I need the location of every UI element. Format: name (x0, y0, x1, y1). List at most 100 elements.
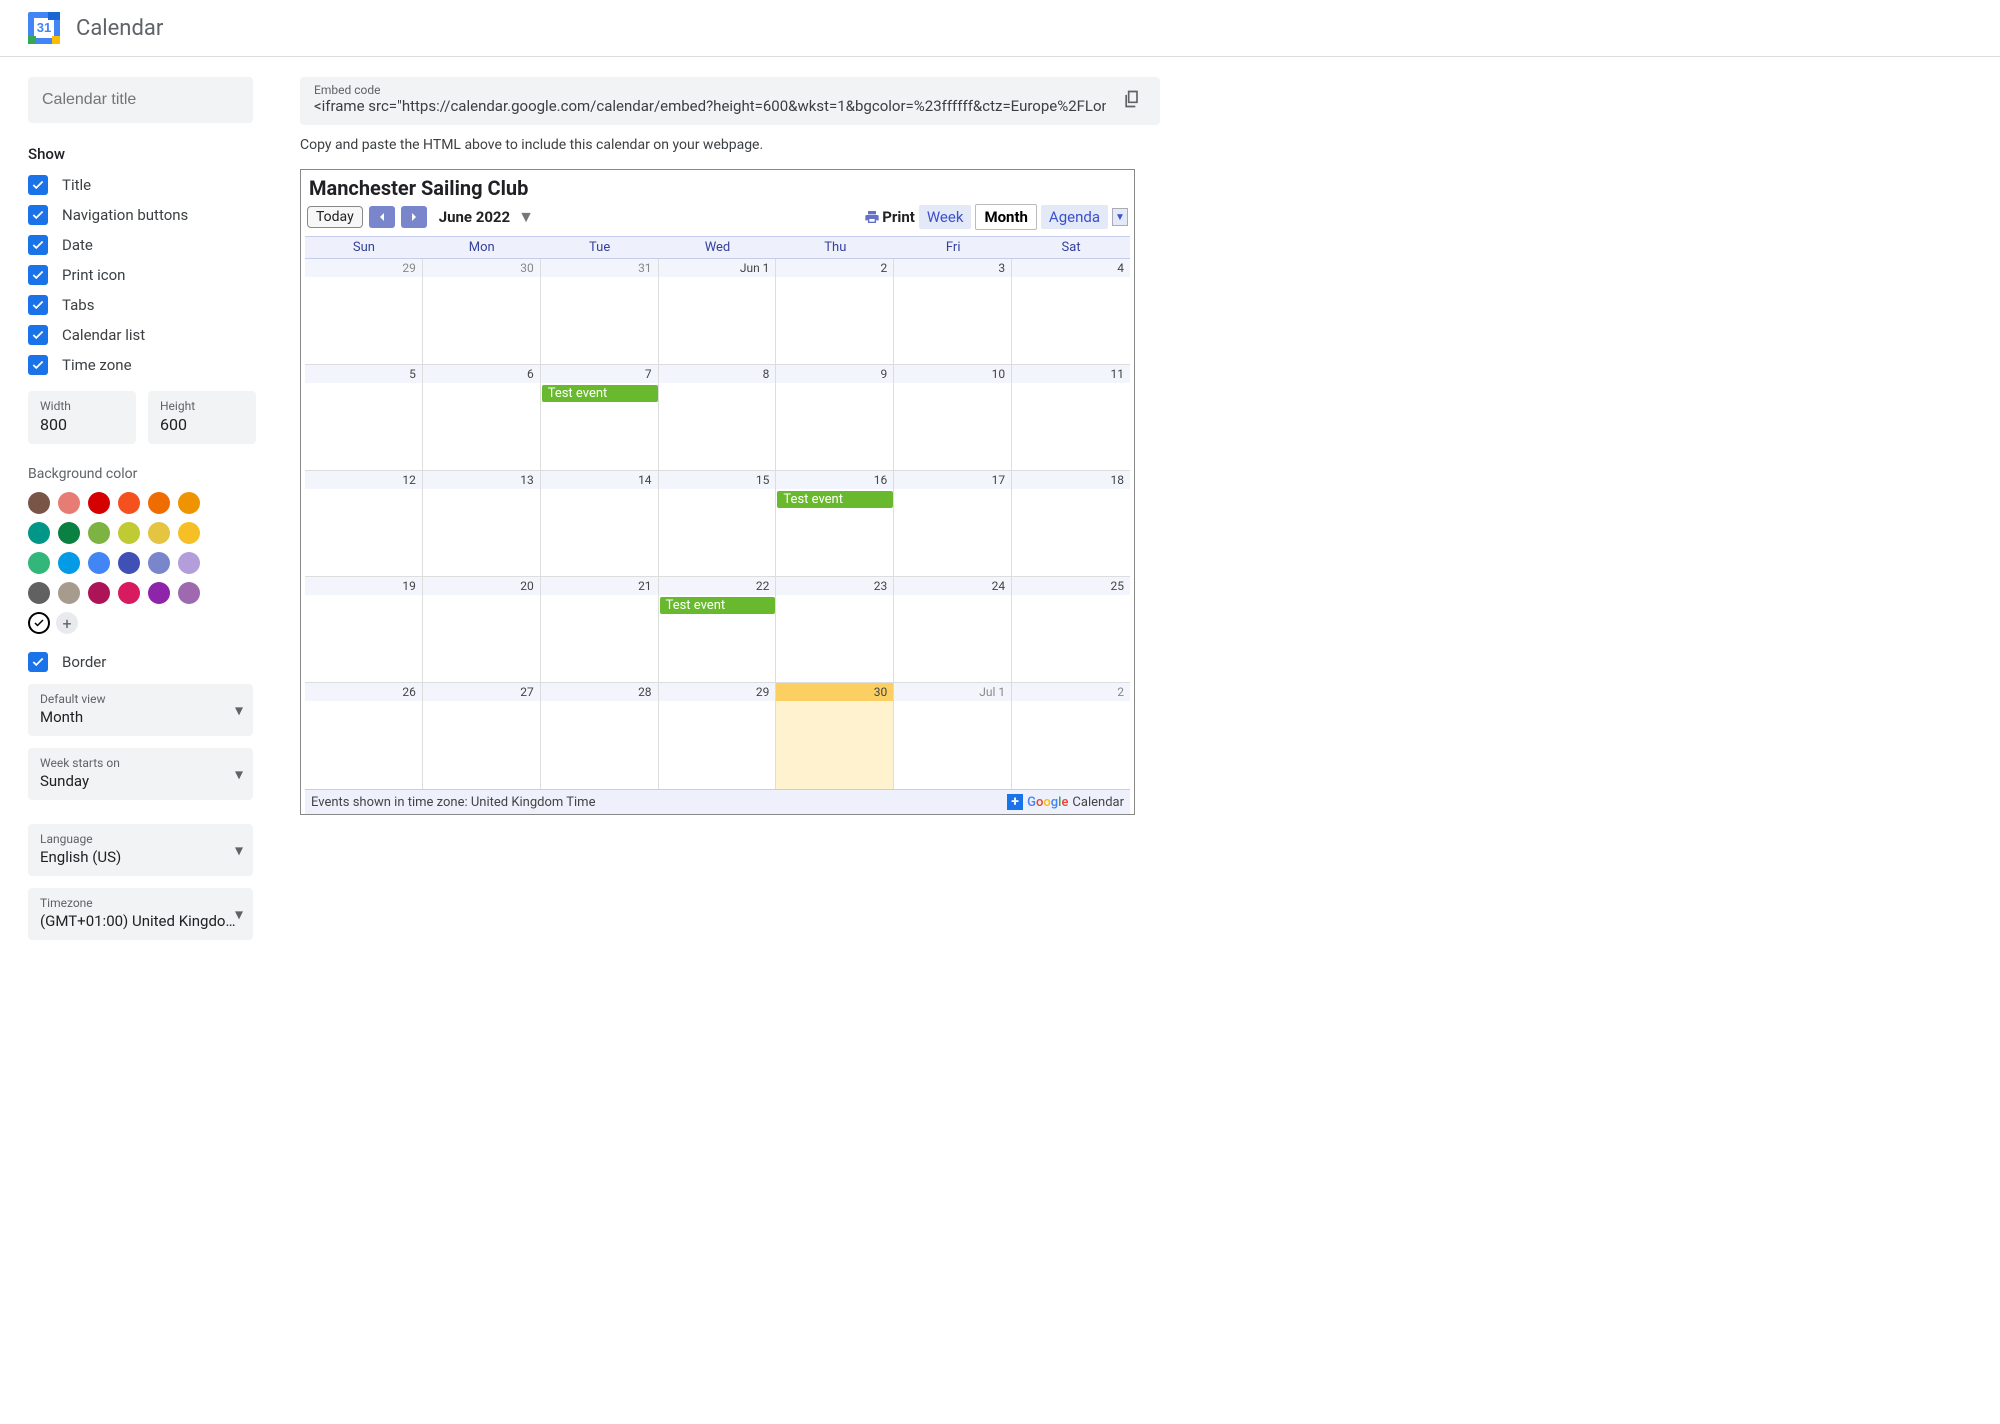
calendar-cell[interactable]: 11 (1012, 365, 1130, 470)
calendar-cell[interactable]: 5 (305, 365, 423, 470)
calendar-cell[interactable]: 20 (423, 577, 541, 682)
color-swatch[interactable] (148, 522, 170, 544)
chevron-down-icon: ▾ (235, 905, 243, 924)
calendar-cell[interactable]: 23 (776, 577, 894, 682)
checkbox-label: Time zone (62, 356, 132, 374)
width-field[interactable]: Width 800 (28, 391, 136, 444)
calendar-cell[interactable]: 24 (894, 577, 1012, 682)
color-swatch[interactable] (118, 522, 140, 544)
print-button[interactable]: Print (864, 208, 915, 226)
date-number: 2 (1012, 683, 1130, 701)
calendar-cell[interactable]: 3 (894, 259, 1012, 364)
checkbox-navigation buttons[interactable] (28, 205, 48, 225)
embed-code-field[interactable]: Embed code <iframe src="https://calendar… (300, 77, 1160, 125)
calendar-event[interactable]: Test event (660, 597, 776, 614)
color-swatch[interactable] (58, 492, 80, 514)
tab-week[interactable]: Week (919, 205, 972, 229)
calendar-cell[interactable]: 30 (776, 683, 894, 789)
color-swatch[interactable] (88, 522, 110, 544)
calendar-cell[interactable]: 25 (1012, 577, 1130, 682)
calendar-cell[interactable]: 10 (894, 365, 1012, 470)
calendar-cell[interactable]: 22Test event (659, 577, 777, 682)
calendar-cell[interactable]: 28 (541, 683, 659, 789)
calendar-cell[interactable]: 27 (423, 683, 541, 789)
color-swatch[interactable] (178, 492, 200, 514)
calendar-cell[interactable]: 6 (423, 365, 541, 470)
google-calendar-brand[interactable]: + Google Calendar (1007, 794, 1124, 810)
tab-agenda[interactable]: Agenda (1041, 205, 1108, 229)
color-swatch[interactable] (118, 582, 140, 604)
color-swatch[interactable] (178, 582, 200, 604)
color-swatch[interactable] (28, 492, 50, 514)
app-header: 31 Calendar (0, 0, 2000, 57)
calendar-cell[interactable]: 26 (305, 683, 423, 789)
calendar-cell[interactable]: 18 (1012, 471, 1130, 576)
color-swatch[interactable] (58, 522, 80, 544)
prev-button[interactable] (369, 206, 395, 228)
height-field[interactable]: Height 600 (148, 391, 256, 444)
checkbox-tabs[interactable] (28, 295, 48, 315)
calendar-cell[interactable]: 30 (423, 259, 541, 364)
calendar-cell[interactable]: 17 (894, 471, 1012, 576)
calendar-cell[interactable]: 14 (541, 471, 659, 576)
calendar-cell[interactable]: 2 (1012, 683, 1130, 789)
day-of-week-header: Mon (423, 237, 541, 258)
language-select[interactable]: Language English (US) ▾ (28, 824, 253, 876)
calendar-cell[interactable]: 16Test event (776, 471, 894, 576)
chevron-down-icon[interactable]: ▼ (518, 207, 534, 227)
checkbox-date[interactable] (28, 235, 48, 255)
calendar-cell[interactable]: 9 (776, 365, 894, 470)
copy-icon[interactable] (1118, 85, 1146, 113)
calendar-cell[interactable]: 29 (659, 683, 777, 789)
calendar-title-input[interactable] (28, 77, 253, 123)
border-checkbox[interactable] (28, 652, 48, 672)
calendar-cell[interactable]: 19 (305, 577, 423, 682)
checkbox-time zone[interactable] (28, 355, 48, 375)
color-swatch[interactable] (178, 522, 200, 544)
calendar-cell[interactable]: 8 (659, 365, 777, 470)
month-label[interactable]: June 2022 (439, 208, 510, 226)
today-button[interactable]: Today (307, 206, 363, 228)
color-swatch[interactable] (28, 582, 50, 604)
color-swatch[interactable] (148, 582, 170, 604)
color-swatch-selected[interactable] (28, 612, 50, 634)
timezone-select[interactable]: Timezone (GMT+01:00) United Kingdo… ▾ (28, 888, 253, 940)
calendar-cell[interactable]: 29 (305, 259, 423, 364)
calendar-cell[interactable]: Jun 1 (659, 259, 777, 364)
calendar-cell[interactable]: 12 (305, 471, 423, 576)
calendar-cell[interactable]: 21 (541, 577, 659, 682)
checkbox-calendar list[interactable] (28, 325, 48, 345)
color-swatch[interactable] (28, 522, 50, 544)
color-swatch[interactable] (88, 582, 110, 604)
color-swatch[interactable] (28, 552, 50, 574)
calendar-cell[interactable]: 31 (541, 259, 659, 364)
color-swatch[interactable] (58, 552, 80, 574)
day-of-week-header: Sat (1012, 237, 1130, 258)
checkbox-print icon[interactable] (28, 265, 48, 285)
default-view-select[interactable]: Default view Month ▾ (28, 684, 253, 736)
color-swatch[interactable] (118, 492, 140, 514)
color-swatch[interactable] (148, 552, 170, 574)
calendar-event[interactable]: Test event (542, 385, 658, 402)
add-color-button[interactable]: + (56, 612, 78, 634)
tab-month[interactable]: Month (975, 204, 1036, 230)
color-swatch[interactable] (58, 582, 80, 604)
color-swatch[interactable] (88, 492, 110, 514)
calendar-cell[interactable]: 13 (423, 471, 541, 576)
color-swatch[interactable] (88, 552, 110, 574)
view-dropdown-icon[interactable]: ▼ (1112, 208, 1128, 226)
checkbox-title[interactable] (28, 175, 48, 195)
calendar-cell[interactable]: 15 (659, 471, 777, 576)
calendar-cell[interactable]: Jul 1 (894, 683, 1012, 789)
week-starts-select[interactable]: Week starts on Sunday ▾ (28, 748, 253, 800)
show-section-label: Show (28, 145, 268, 163)
checkbox-label: Navigation buttons (62, 206, 188, 224)
next-button[interactable] (401, 206, 427, 228)
calendar-cell[interactable]: 2 (776, 259, 894, 364)
calendar-cell[interactable]: 4 (1012, 259, 1130, 364)
color-swatch[interactable] (178, 552, 200, 574)
calendar-event[interactable]: Test event (777, 491, 893, 508)
calendar-cell[interactable]: 7Test event (541, 365, 659, 470)
color-swatch[interactable] (148, 492, 170, 514)
color-swatch[interactable] (118, 552, 140, 574)
